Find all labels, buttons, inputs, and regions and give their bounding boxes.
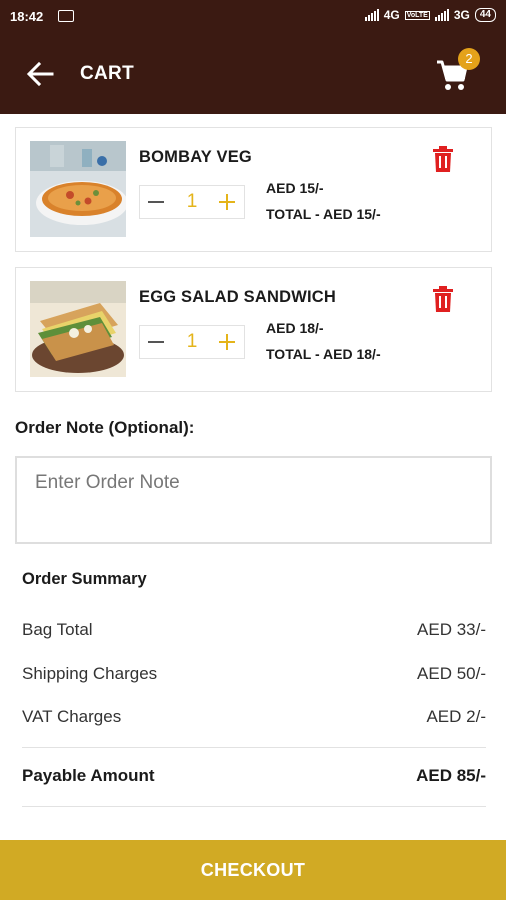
page-title: CART [80, 63, 134, 84]
trash-icon[interactable] [432, 286, 454, 312]
signal-icon-2 [434, 9, 449, 21]
shipping-row: Shipping Charges AED 50/- [22, 664, 486, 688]
item-price: AED 18/- [266, 320, 324, 336]
quantity-stepper: 1 [139, 185, 245, 219]
arrow-left-icon[interactable] [26, 61, 54, 87]
signal-icon [364, 9, 379, 21]
cart-count-badge: 2 [458, 48, 480, 70]
item-price: AED 15/- [266, 180, 324, 196]
sandwich-image [30, 281, 126, 377]
payable-label: Payable Amount [22, 766, 155, 785]
cart-button[interactable]: 2 [436, 48, 480, 92]
vat-label: VAT Charges [22, 707, 122, 726]
trash-icon[interactable] [432, 146, 454, 172]
divider [22, 806, 486, 807]
network-label: 4G [383, 8, 400, 22]
minus-icon[interactable] [148, 334, 164, 350]
bag-total-row: Bag Total AED 33/- [22, 620, 486, 644]
vat-value: AED 2/- [426, 707, 486, 726]
status-icons: 4G VoLTE 3G 44 [364, 8, 496, 22]
order-summary-title: Order Summary [22, 570, 147, 588]
cart-item: EGG SALAD SANDWICH 1 AED 18/- TOTAL - AE… [15, 267, 492, 392]
order-note-input[interactable] [15, 456, 492, 544]
divider [22, 747, 486, 748]
pizza-image [30, 141, 126, 237]
bag-total-label: Bag Total [22, 620, 93, 639]
cart-item: BOMBAY VEG 1 AED 15/- TOTAL - AED 15/- [15, 127, 492, 252]
quantity-stepper: 1 [139, 325, 245, 359]
quantity-value: 1 [186, 331, 198, 352]
payable-value: AED 85/- [416, 766, 486, 785]
vat-row: VAT Charges AED 2/- [22, 707, 486, 731]
item-name: EGG SALAD SANDWICH [139, 288, 337, 306]
shipping-value: AED 50/- [417, 664, 486, 683]
notification-icon [58, 10, 74, 22]
quantity-value: 1 [186, 191, 198, 212]
item-name: BOMBAY VEG [139, 148, 252, 166]
minus-icon[interactable] [148, 194, 164, 210]
app-bar: CART 2 [0, 34, 506, 114]
bag-total-value: AED 33/- [417, 620, 486, 639]
volte-badge: VoLTE [404, 10, 430, 20]
checkout-button[interactable]: CHECKOUT [0, 840, 506, 900]
status-bar: 18:42 4G VoLTE 3G 44 [0, 0, 506, 34]
battery-icon: 44 [474, 8, 496, 22]
order-note-label: Order Note (Optional): [15, 418, 195, 437]
item-total: TOTAL - AED 18/- [266, 346, 381, 362]
payable-row: Payable Amount AED 85/- [22, 766, 486, 790]
shipping-label: Shipping Charges [22, 664, 158, 683]
plus-icon[interactable] [219, 334, 235, 350]
plus-icon[interactable] [219, 194, 235, 210]
status-time: 18:42 [10, 9, 44, 24]
item-total: TOTAL - AED 15/- [266, 206, 381, 222]
network-label-2: 3G [453, 8, 470, 22]
